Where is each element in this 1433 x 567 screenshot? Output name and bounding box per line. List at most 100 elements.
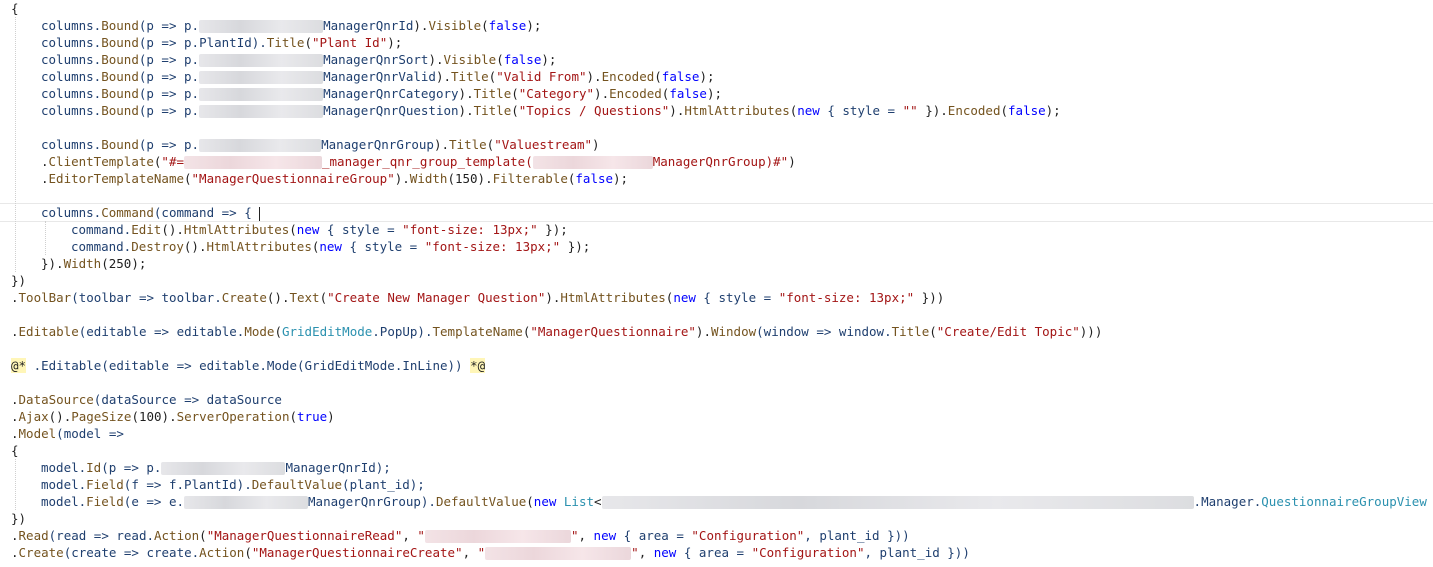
code-token: (250); xyxy=(101,256,147,271)
redacted-text xyxy=(199,71,324,84)
code-line[interactable]: columns.Bound(p => p. ManagerQnrId).Visib… xyxy=(0,17,541,34)
code-line[interactable]: model.Field(f => f.PlantId).DefaultValue… xyxy=(0,476,425,493)
code-token: ManagerQnrGroup). xyxy=(308,494,436,509)
code-token: (p => p.PlantId). xyxy=(138,35,267,50)
code-token: ). xyxy=(435,69,452,84)
redacted-text xyxy=(199,88,324,101)
code-token: (create => create. xyxy=(63,545,200,560)
code-token: ). xyxy=(594,86,610,101)
code-editor[interactable]: {columns.Bound(p => p. ManagerQnrId).Visi… xyxy=(0,0,1433,567)
code-token: . xyxy=(11,528,19,543)
code-token: ( xyxy=(1000,103,1009,118)
code-line[interactable]: columns.Bound(p => p. ManagerQnrValid).Ti… xyxy=(0,68,715,85)
code-token: . xyxy=(11,392,19,407)
code-token: GridEditMode xyxy=(281,324,373,339)
code-line[interactable]: .Create(create => create.Action("Manager… xyxy=(0,544,970,561)
code-line[interactable]: .EditorTemplateName("ManagerQuestionnair… xyxy=(0,170,628,187)
code-token: command. xyxy=(71,239,132,254)
code-token: columns. xyxy=(41,137,102,152)
code-line[interactable]: columns.Bound(p => p.PlantId).Title("Pla… xyxy=(0,34,402,51)
code-token: " xyxy=(477,545,486,560)
code-token: Bound xyxy=(101,35,139,50)
code-token: EditorTemplateName xyxy=(48,171,184,186)
code-token: "font-size: 13px;" xyxy=(402,222,538,237)
code-token: QuestionnaireGroupView xyxy=(1261,494,1427,509)
code-token: "Valuestream" xyxy=(494,137,593,152)
code-token: "Create New Manager Question" xyxy=(327,290,546,305)
code-line[interactable]: }) xyxy=(0,510,26,527)
code-token: DefaultValue xyxy=(435,494,527,509)
redacted-text xyxy=(199,105,324,118)
code-line[interactable]: .ToolBar(toolbar => toolbar.Create().Tex… xyxy=(0,289,944,306)
code-token: ). xyxy=(545,290,561,305)
code-line[interactable]: .Model(model => xyxy=(0,425,124,442)
redacted-text xyxy=(161,462,286,475)
code-line[interactable]: .DataSource(dataSource => dataSource xyxy=(0,391,282,408)
code-token: Bound xyxy=(101,69,139,84)
code-line[interactable]: }).Width(250); xyxy=(0,255,146,272)
code-line[interactable]: .Read(read => read.Action("ManagerQuesti… xyxy=(0,527,910,544)
code-line[interactable]: model.Id(p => p. ManagerQnrId); xyxy=(0,459,391,476)
text-cursor xyxy=(259,206,261,221)
code-line[interactable]: @* .Editable(editable => editable.Mode(G… xyxy=(0,357,486,374)
code-token: Text xyxy=(289,290,320,305)
code-token: " xyxy=(631,545,639,560)
code-token: ToolBar xyxy=(18,290,72,305)
code-token: ). xyxy=(413,18,429,33)
code-line[interactable]: columns.Bound(p => p. ManagerQnrGroup).Ti… xyxy=(0,136,600,153)
code-token: ); xyxy=(1045,103,1061,118)
code-token: Create xyxy=(18,545,64,560)
code-token: . xyxy=(11,290,19,305)
code-line[interactable]: command.Destroy().HtmlAttributes(new { s… xyxy=(0,238,590,255)
code-line[interactable]: command.Edit().HtmlAttributes(new { styl… xyxy=(0,221,568,238)
code-token: ( xyxy=(511,86,519,101)
code-token: (p => p. xyxy=(138,69,200,84)
code-token: }) xyxy=(11,273,27,288)
code-token: new xyxy=(319,239,342,254)
code-token: HtmlAttributes xyxy=(560,290,666,305)
code-token: (150). xyxy=(447,171,493,186)
code-token: Bound xyxy=(101,103,139,118)
code-token: ). xyxy=(428,52,444,67)
code-token: "font-size: 13px;" xyxy=(424,239,561,254)
code-line[interactable]: { xyxy=(0,442,19,459)
code-token: Edit xyxy=(131,222,162,237)
code-token: Read xyxy=(18,528,49,543)
code-token: (window => window. xyxy=(756,324,892,339)
code-token: ManagerQnrGroup)#" xyxy=(652,154,789,169)
code-token: Title xyxy=(449,137,487,152)
code-token: Field xyxy=(86,477,124,492)
code-line[interactable]: .ClientTemplate("#= _manager_qnr_group_te… xyxy=(0,153,796,170)
code-token: ( xyxy=(289,409,298,424)
code-token: Title xyxy=(266,35,305,50)
code-token: ManagerQnrGroup xyxy=(321,137,434,152)
code-token: ); xyxy=(526,18,542,33)
code-line[interactable]: .Ajax().PageSize(100).ServerOperation(tr… xyxy=(0,408,335,425)
code-line[interactable]: .Editable(editable => editable.Mode(Grid… xyxy=(0,323,1102,340)
code-token: ); xyxy=(541,52,557,67)
code-line[interactable]: columns.Bound(p => p. ManagerQnrCategory)… xyxy=(0,85,722,102)
code-token: }); xyxy=(560,239,591,254)
code-token: { area = xyxy=(616,528,692,543)
code-token: , xyxy=(578,528,594,543)
code-line[interactable]: { xyxy=(0,0,19,17)
code-line[interactable]: columns.Bound(p => p. ManagerQnrQuestion)… xyxy=(0,102,1061,119)
code-token: "font-size: 13px;" xyxy=(778,290,915,305)
code-line[interactable]: columns.Bound(p => p. ManagerQnrSort).Vis… xyxy=(0,51,556,68)
code-line[interactable]: columns.Command(command => { xyxy=(0,204,261,221)
redacted-text xyxy=(199,20,324,33)
code-token: ). xyxy=(394,171,410,186)
code-token: columns. xyxy=(41,69,102,84)
code-token: List xyxy=(563,494,595,509)
code-token: ) xyxy=(592,137,600,152)
redacted-text xyxy=(485,547,632,560)
code-line[interactable]: model.Field(e => e. ManagerQnrGroup).Defa… xyxy=(0,493,1427,510)
code-token: TemplateName xyxy=(432,324,523,339)
code-token: . xyxy=(11,426,19,441)
code-line[interactable]: }) xyxy=(0,272,26,289)
code-token: . xyxy=(41,171,49,186)
code-token: Filterable xyxy=(492,171,568,186)
code-token: "" xyxy=(902,103,918,118)
code-token: new xyxy=(653,545,677,560)
code-token: model. xyxy=(41,494,87,509)
